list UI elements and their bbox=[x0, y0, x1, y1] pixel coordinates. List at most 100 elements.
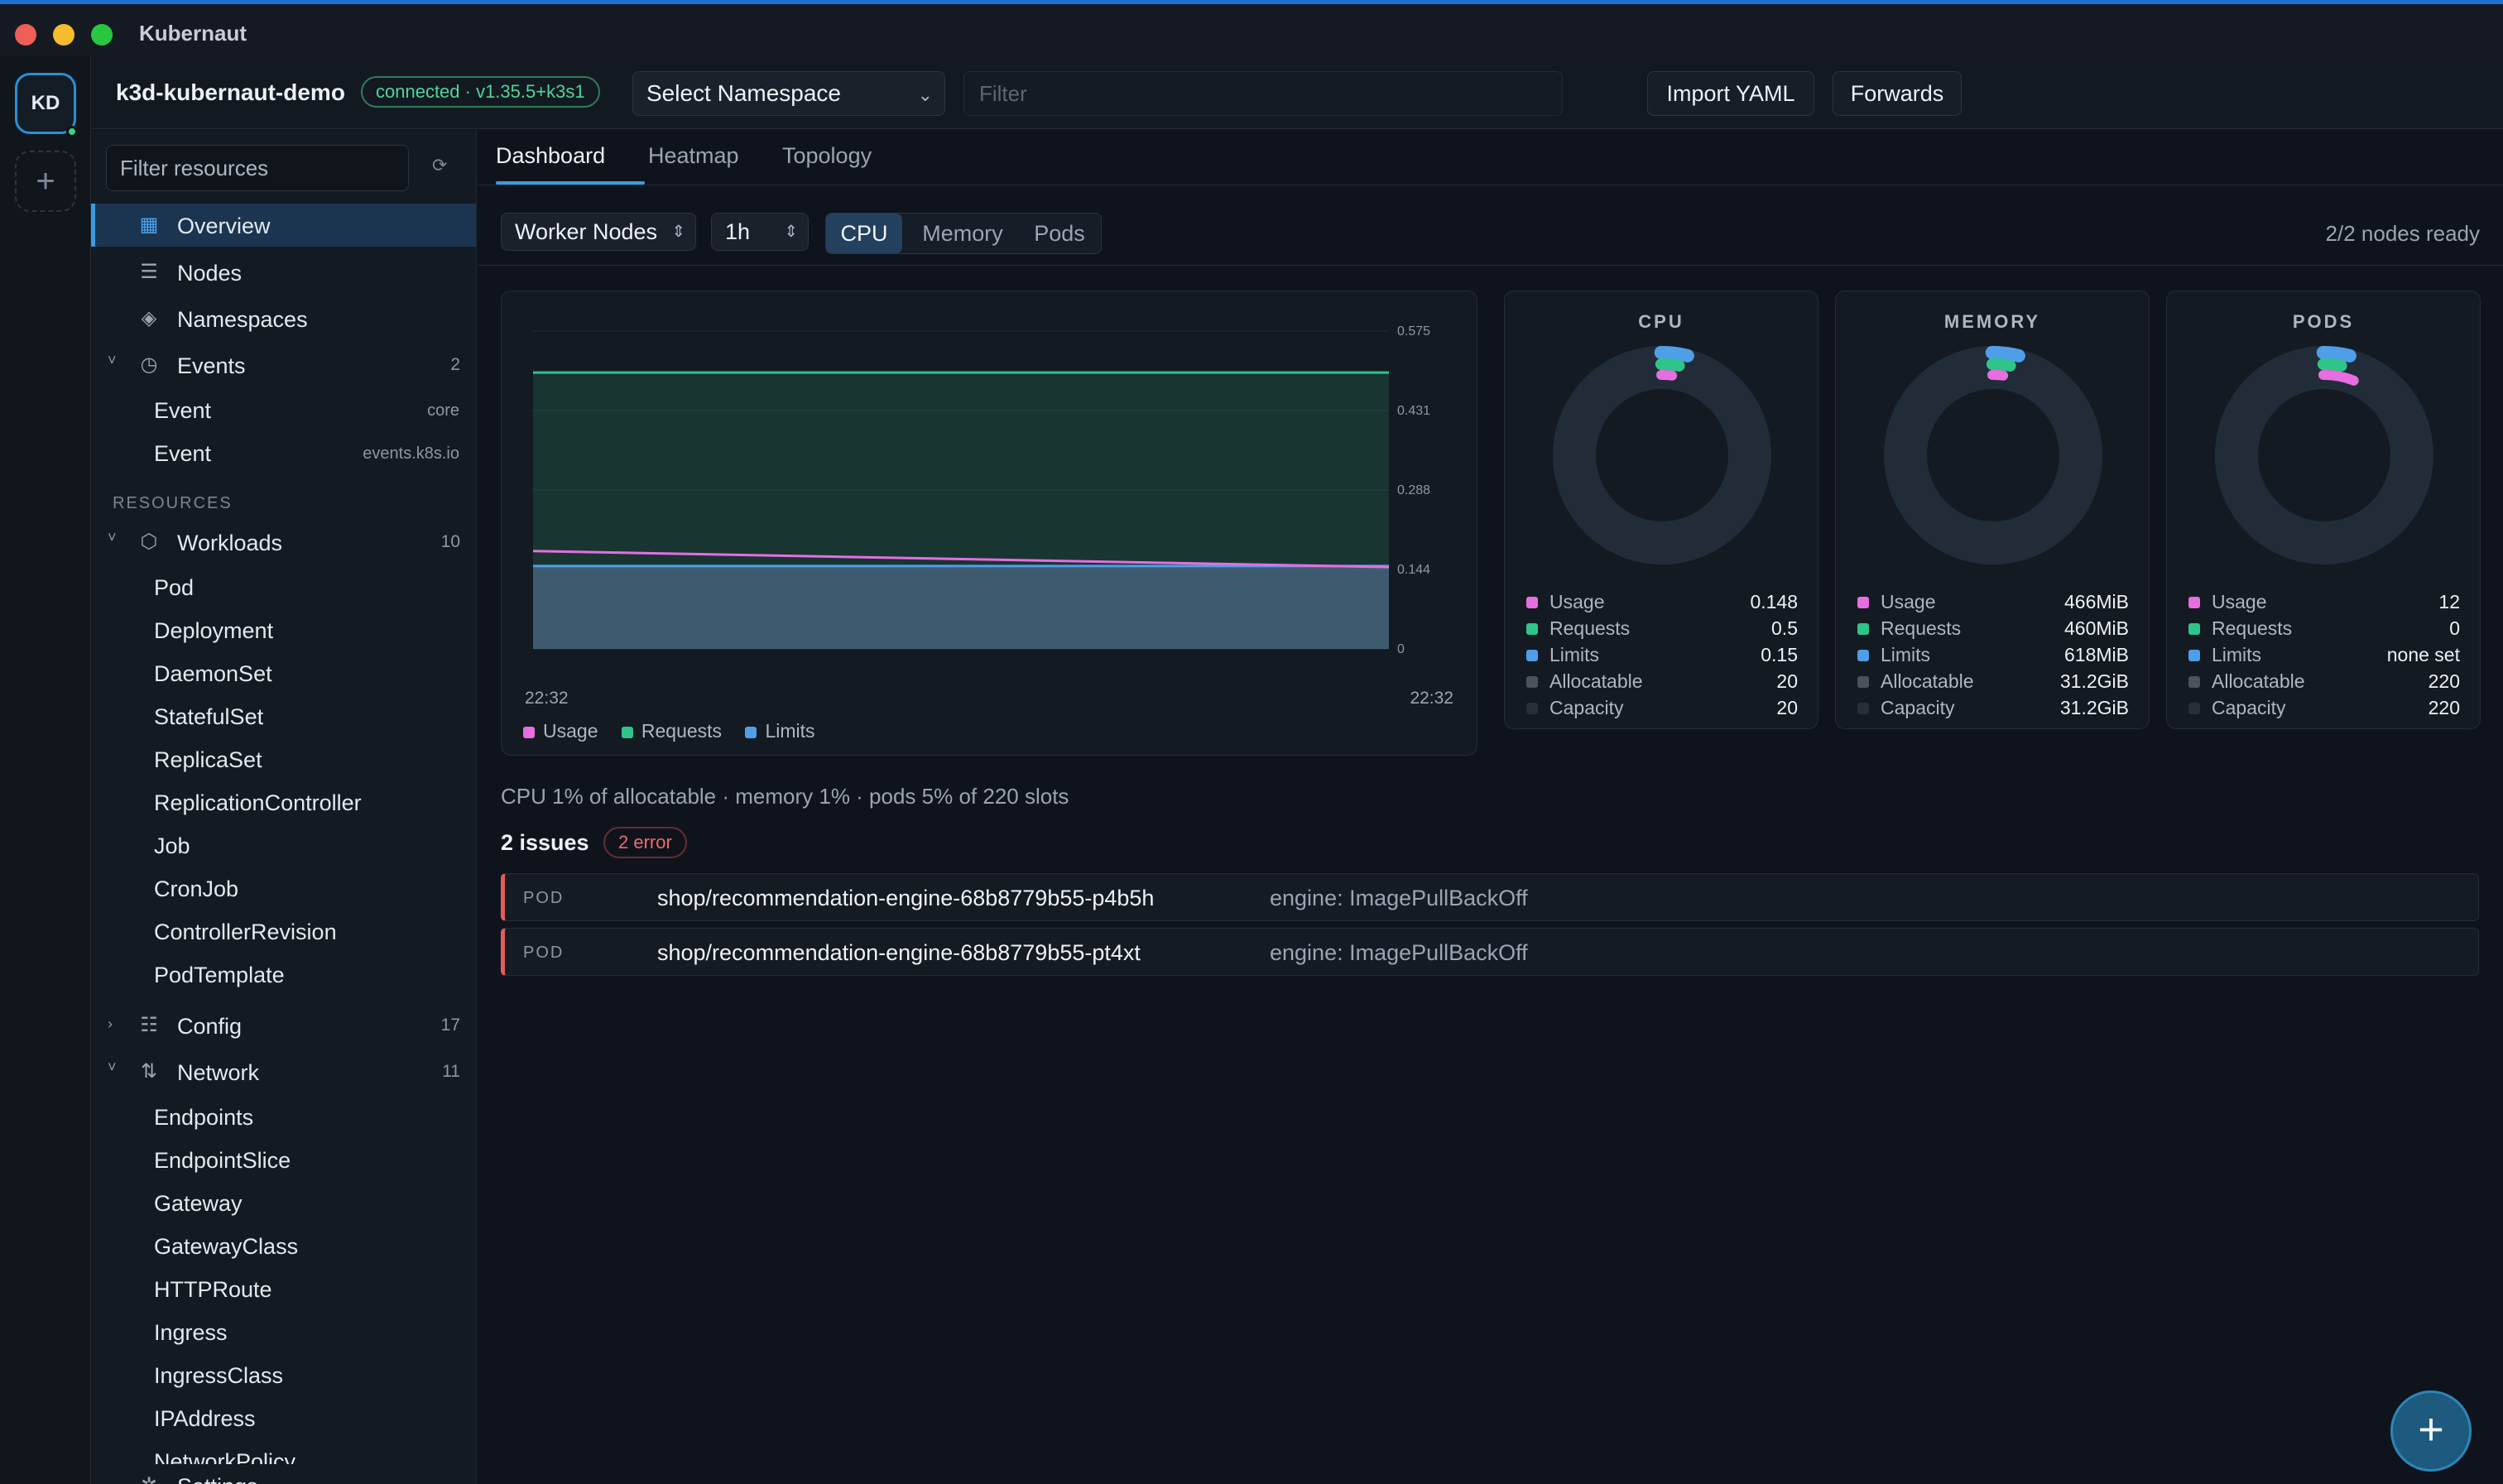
maximize-window-button[interactable] bbox=[91, 24, 113, 46]
sidebar-subitem-podtemplate[interactable]: PodTemplate bbox=[154, 963, 285, 988]
gauge-arc bbox=[2316, 346, 2356, 363]
cpu-history-chart: 0.575 0.431 0.288 0.144 0 bbox=[532, 324, 1430, 656]
sidebar-item-label: Config bbox=[177, 1014, 243, 1039]
sidebar-subitem-controllerrevision[interactable]: ControllerRevision bbox=[154, 920, 337, 945]
legend-swatch bbox=[1857, 597, 1869, 608]
issue-row[interactable]: POD shop/recommendation-engine-68b8779b5… bbox=[501, 873, 2479, 921]
gauge-legend-value: 12 bbox=[2438, 591, 2460, 612]
sidebar-subitem-ingress[interactable]: Ingress bbox=[154, 1320, 228, 1346]
issue-message: engine: ImagePullBackOff bbox=[1270, 940, 1528, 965]
sidebar-item-overview[interactable]: ▦ Overview bbox=[91, 204, 476, 247]
sidebar-item-namespaces[interactable]: ◈ Namespaces bbox=[91, 297, 476, 340]
minimize-window-button[interactable] bbox=[53, 24, 74, 46]
gauge-legend-value: 618MiB bbox=[2064, 644, 2129, 665]
sidebar-subitem-replicaset[interactable]: ReplicaSet bbox=[154, 747, 262, 773]
sidebar-item-workloads[interactable]: ˅ ⬡ Workloads 10 bbox=[91, 521, 476, 564]
issues-heading: 2 issues bbox=[501, 830, 589, 855]
gauge-legend-label: Requests bbox=[1549, 617, 1631, 639]
gauge-arc bbox=[1987, 370, 2009, 381]
legend-swatch bbox=[2188, 650, 2200, 661]
gauge-legend-value: 0 bbox=[2449, 617, 2460, 639]
legend-swatch bbox=[1526, 597, 1538, 608]
create-resource-button[interactable]: + bbox=[2390, 1390, 2472, 1472]
sidebar-subitem-endpoints[interactable]: Endpoints bbox=[154, 1105, 253, 1131]
sidebar-subitem-gateway[interactable]: Gateway bbox=[154, 1191, 243, 1217]
metric-tab-cpu[interactable]: CPU bbox=[826, 214, 902, 253]
server-icon: ☰ bbox=[140, 261, 158, 283]
y-tick-label: 0.144 bbox=[1397, 563, 1430, 577]
tab-heatmap[interactable]: Heatmap bbox=[648, 143, 739, 169]
namespace-select[interactable]: Select Namespace ⌄ bbox=[632, 71, 945, 116]
window-titlebar: Kubernaut bbox=[0, 0, 2503, 56]
chevron-right-icon[interactable]: › bbox=[108, 1016, 113, 1033]
issue-resource-name[interactable]: shop/recommendation-engine-68b8779b55-p4… bbox=[657, 886, 1154, 911]
metric-tab-memory[interactable]: Memory bbox=[909, 214, 1016, 253]
gauge-legend-label: Capacity bbox=[1881, 697, 1955, 718]
dashboard-icon: ▦ bbox=[139, 214, 159, 236]
gauge-legend-value: none set bbox=[2386, 644, 2460, 665]
sidebar-subitem-ingressclass[interactable]: IngressClass bbox=[154, 1363, 283, 1389]
sliders-icon: ☷ bbox=[140, 1014, 158, 1036]
sidebar-subitem-daemonset[interactable]: DaemonSet bbox=[154, 661, 272, 687]
gauge-legend-label: Limits bbox=[2212, 644, 2262, 665]
gauge-legend-label: Allocatable bbox=[2212, 670, 2305, 692]
sidebar-subitem-pod[interactable]: Pod bbox=[154, 575, 194, 601]
chevron-down-icon[interactable]: ˅ bbox=[108, 352, 117, 369]
y-tick-label: 0 bbox=[1397, 642, 1405, 656]
sidebar-subitem-gatewayclass[interactable]: GatewayClass bbox=[154, 1234, 298, 1260]
sidebar-subitem-httproute[interactable]: HTTPRoute bbox=[154, 1277, 272, 1303]
resources-section-heading: RESOURCES bbox=[113, 494, 233, 512]
chevron-down-icon[interactable]: ˅ bbox=[108, 1059, 117, 1076]
gauge-legend-label: Usage bbox=[2212, 591, 2267, 612]
chevron-down-icon: ⌄ bbox=[917, 84, 933, 105]
sidebar-subitem-replicationcontroller[interactable]: ReplicationController bbox=[154, 790, 362, 816]
sidebar-item-label: Settings bbox=[177, 1474, 258, 1484]
gauge-arc bbox=[1985, 346, 2025, 363]
tab-topology[interactable]: Topology bbox=[782, 143, 872, 169]
import-yaml-button[interactable]: Import YAML bbox=[1647, 71, 1814, 116]
sidebar-item-events[interactable]: ˅ ◷ Events 2 bbox=[91, 343, 476, 387]
sidebar-subitem-endpointslice[interactable]: EndpointSlice bbox=[154, 1148, 291, 1174]
close-window-button[interactable] bbox=[15, 24, 36, 46]
chart-legend: Usage Requests Limits bbox=[523, 720, 815, 742]
cpu-history-chart-card: 0.575 0.431 0.288 0.144 0 22:32 22:32 Usage … bbox=[501, 291, 1477, 756]
sidebar-subitem-cronjob[interactable]: CronJob bbox=[154, 876, 238, 902]
sidebar-item-label: Network bbox=[177, 1060, 260, 1085]
legend-label: Limits bbox=[765, 720, 815, 742]
time-range-select[interactable]: 1h ⇕ bbox=[711, 213, 809, 251]
node-group-select[interactable]: Worker Nodes ⇕ bbox=[501, 213, 696, 251]
legend-item-requests: Requests bbox=[621, 720, 723, 742]
sidebar-item-nodes[interactable]: ☰ Nodes bbox=[91, 251, 476, 294]
legend-label: Requests bbox=[641, 720, 723, 742]
legend-swatch bbox=[2188, 597, 2200, 608]
sidebar-subitem-job[interactable]: Job bbox=[154, 833, 190, 859]
sidebar-subitem-event[interactable]: Event bbox=[154, 398, 211, 424]
sidebar-subitem-deployment[interactable]: Deployment bbox=[154, 618, 273, 644]
cluster-avatar[interactable]: KD bbox=[15, 73, 76, 134]
sidebar-subitem-ipaddress[interactable]: IPAddress bbox=[154, 1406, 256, 1432]
legend-swatch bbox=[1857, 703, 1869, 714]
issue-row[interactable]: POD shop/recommendation-engine-68b8779b5… bbox=[501, 928, 2479, 976]
count-badge: 17 bbox=[440, 1016, 460, 1035]
add-cluster-button[interactable]: + bbox=[15, 151, 76, 212]
sidebar-item-settings[interactable]: ✲ Settings bbox=[91, 1464, 476, 1484]
connected-status-dot bbox=[66, 126, 78, 137]
sidebar-item-config[interactable]: › ☷ Config 17 bbox=[91, 1004, 476, 1047]
legend-swatch bbox=[1857, 623, 1869, 635]
sidebar-item-network[interactable]: ˅ ⇅ Network 11 bbox=[91, 1050, 476, 1093]
legend-item-usage: Usage bbox=[523, 720, 598, 742]
sidebar-subitem-event[interactable]: Event bbox=[154, 441, 211, 467]
gauge-legend-label: Capacity bbox=[2212, 697, 2286, 718]
tab-dashboard[interactable]: Dashboard bbox=[496, 143, 605, 169]
count-badge: 10 bbox=[440, 532, 460, 551]
resource-filter-input[interactable] bbox=[106, 145, 409, 191]
forwards-button[interactable]: Forwards bbox=[1833, 71, 1962, 116]
metric-tab-pods[interactable]: Pods bbox=[1021, 214, 1098, 253]
chevron-down-icon[interactable]: ˅ bbox=[108, 529, 117, 546]
main-panel: Dashboard Heatmap Topology Worker Nodes … bbox=[478, 130, 2503, 1484]
global-filter-input[interactable] bbox=[963, 71, 1563, 116]
refresh-icon[interactable]: ⟳ bbox=[432, 155, 447, 176]
issue-resource-name[interactable]: shop/recommendation-engine-68b8779b55-pt… bbox=[657, 940, 1141, 966]
cpu-gauge-card: CPU Usage 0.148 Requests 0.5 Limits 0.15 Alloca… bbox=[1504, 291, 1818, 729]
sidebar-subitem-statefulset[interactable]: StatefulSet bbox=[154, 704, 263, 730]
